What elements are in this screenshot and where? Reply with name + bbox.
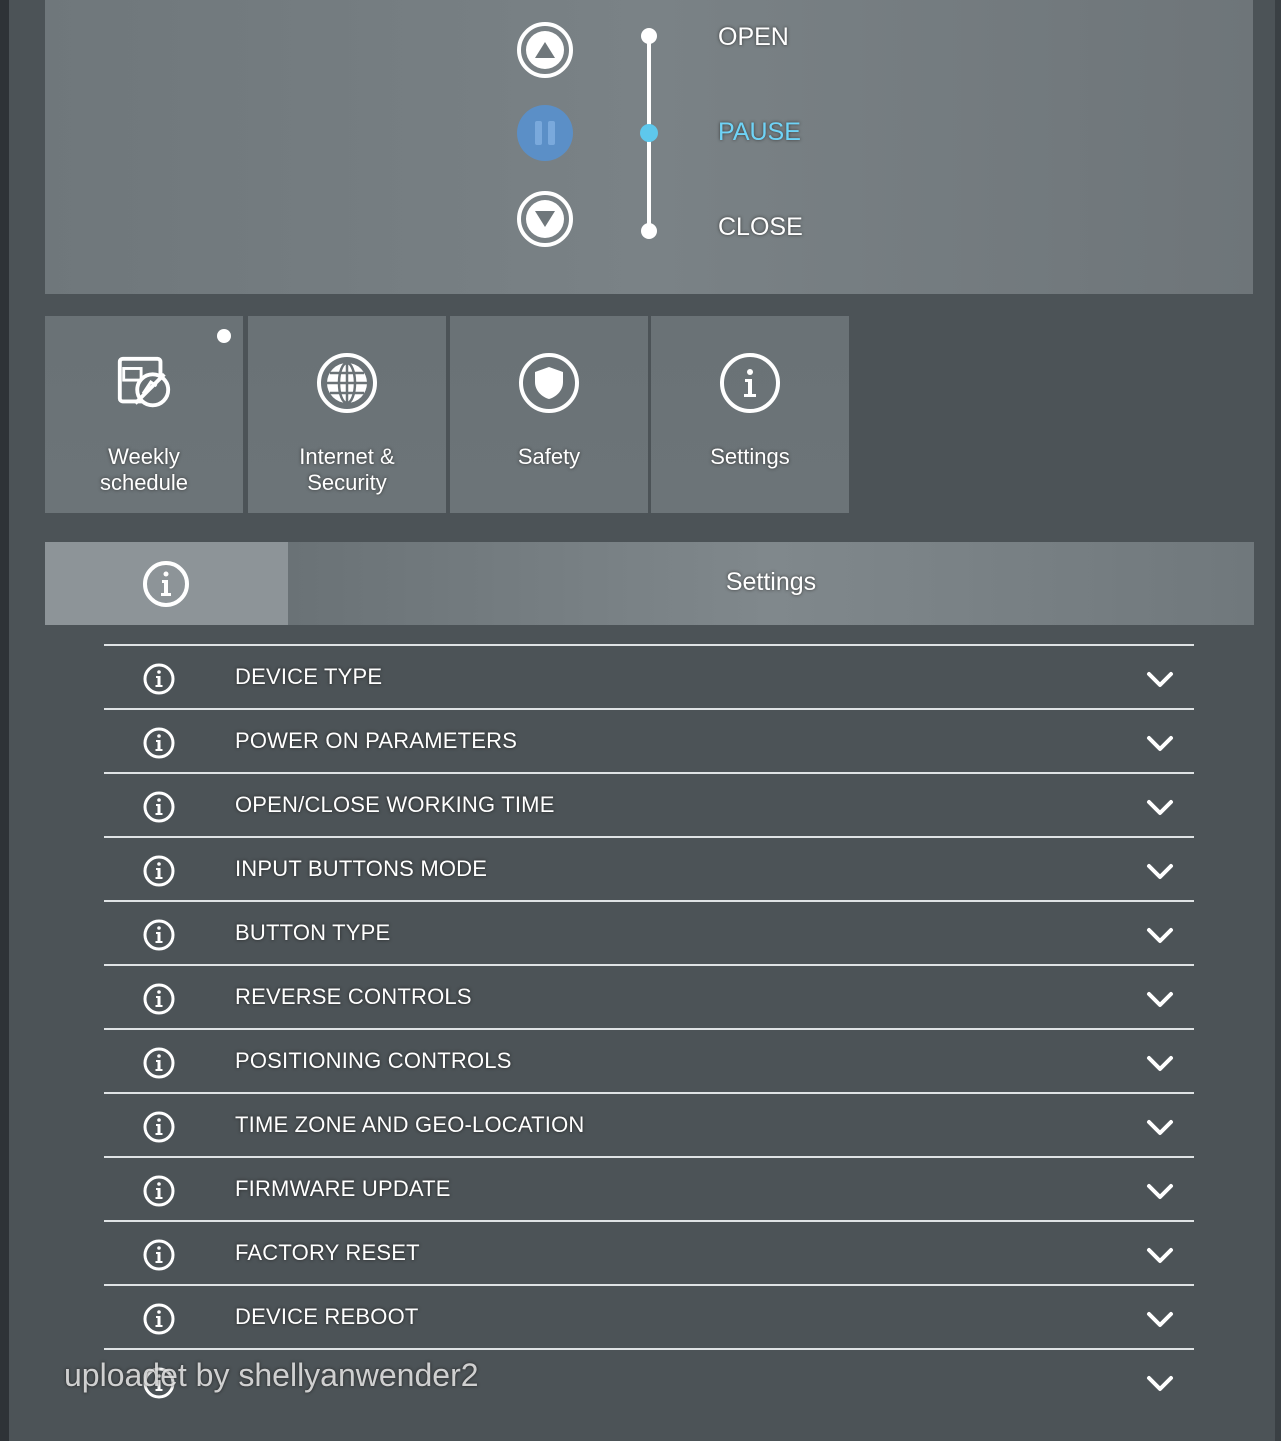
settings-row[interactable]: FACTORY RESET [104,1220,1194,1284]
chevron-down-icon[interactable] [1144,985,1176,1013]
tile-internet-security[interactable]: Internet & Security [248,316,446,513]
settings-list: DEVICE TYPE POWER ON PARAMETERS OPEN/CLOSE… [104,644,1194,1412]
tile-safety[interactable]: Safety [450,316,648,513]
watermark: uploadet by shellyanwender2 [64,1357,479,1393]
close-button[interactable] [517,191,573,247]
settings-row-label: BUTTON TYPE [235,920,391,945]
info-icon [143,1111,175,1143]
left-edge [0,0,9,1441]
info-icon [143,561,189,607]
control-panel: OPEN PAUSE CLOSE [45,0,1253,294]
chevron-down-icon[interactable] [1144,1177,1176,1205]
pause-button[interactable] [517,105,573,161]
globe-icon [317,353,377,413]
settings-row-label: DEVICE REBOOT [235,1304,419,1329]
settings-icon-tab[interactable] [45,542,288,625]
settings-row[interactable]: REVERSE CONTROLS [104,964,1194,1028]
info-icon [143,663,175,695]
tile-weekly-schedule[interactable]: Weekly schedule [45,316,243,513]
chevron-down-icon[interactable] [1144,1049,1176,1077]
settings-row-label: FACTORY RESET [235,1240,420,1265]
settings-row[interactable]: INPUT BUTTONS MODE [104,836,1194,900]
open-button[interactable] [517,22,573,78]
settings-row-label: POWER ON PARAMETERS [235,728,518,753]
shield-icon [519,353,579,413]
info-icon [143,855,175,887]
tile-label: Safety [517,444,581,469]
chevron-down-icon[interactable] [1144,729,1176,757]
slider-stop-open[interactable] [641,28,657,44]
info-icon [720,353,780,413]
tile-label: Settings [710,444,790,469]
info-icon [143,727,175,759]
settings-header: Settings [45,542,1254,625]
chevron-down-icon[interactable] [1144,921,1176,949]
chevron-down-icon[interactable] [1144,793,1176,821]
calendar-icon [114,353,174,413]
right-edge [1275,0,1281,1441]
settings-row-label: POSITIONING CONTROLS [235,1048,512,1073]
settings-row[interactable]: POWER ON PARAMETERS [104,708,1194,772]
info-icon [143,1239,175,1271]
info-icon [143,1303,175,1335]
info-icon [143,919,175,951]
slider-handle[interactable] [640,124,658,142]
state-label-close: CLOSE [718,213,803,241]
settings-row-label: INPUT BUTTONS MODE [235,856,488,881]
chevron-down-icon[interactable] [1144,1241,1176,1269]
chevron-down-icon[interactable] [1144,1369,1176,1397]
info-icon [143,983,175,1015]
settings-row-label: FIRMWARE UPDATE [235,1176,451,1201]
settings-row-label: OPEN/CLOSE WORKING TIME [235,792,555,817]
settings-row[interactable]: TIME ZONE AND GEO-LOCATION [104,1092,1194,1156]
info-icon [143,1175,175,1207]
settings-row-label: TIME ZONE AND GEO-LOCATION [235,1112,585,1137]
settings-row[interactable]: DEVICE TYPE [104,644,1194,708]
settings-row[interactable]: OPEN/CLOSE WORKING TIME [104,772,1194,836]
tile-label: Weekly schedule [99,444,189,495]
settings-row[interactable]: DEVICE REBOOT [104,1284,1194,1348]
chevron-down-icon[interactable] [1144,857,1176,885]
info-icon [143,791,175,823]
settings-title: Settings [725,568,817,596]
settings-row-label: DEVICE TYPE [235,664,383,689]
chevron-down-icon[interactable] [1144,1113,1176,1141]
settings-row[interactable]: POSITIONING CONTROLS [104,1028,1194,1092]
chevron-down-icon[interactable] [1144,1305,1176,1333]
settings-row[interactable]: FIRMWARE UPDATE [104,1156,1194,1220]
pause-icon [535,121,555,145]
slider-stop-close[interactable] [641,223,657,239]
arrow-up-icon [526,31,564,69]
info-icon [143,1047,175,1079]
notification-dot [217,329,231,343]
state-label-open: OPEN [718,23,789,51]
settings-row-label: REVERSE CONTROLS [235,984,472,1009]
state-label-pause: PAUSE [718,118,801,146]
chevron-down-icon[interactable] [1144,665,1176,693]
tile-settings[interactable]: Settings [651,316,849,513]
tile-label: Internet & Security [299,444,395,495]
settings-row[interactable]: BUTTON TYPE [104,900,1194,964]
arrow-down-icon [526,200,564,238]
